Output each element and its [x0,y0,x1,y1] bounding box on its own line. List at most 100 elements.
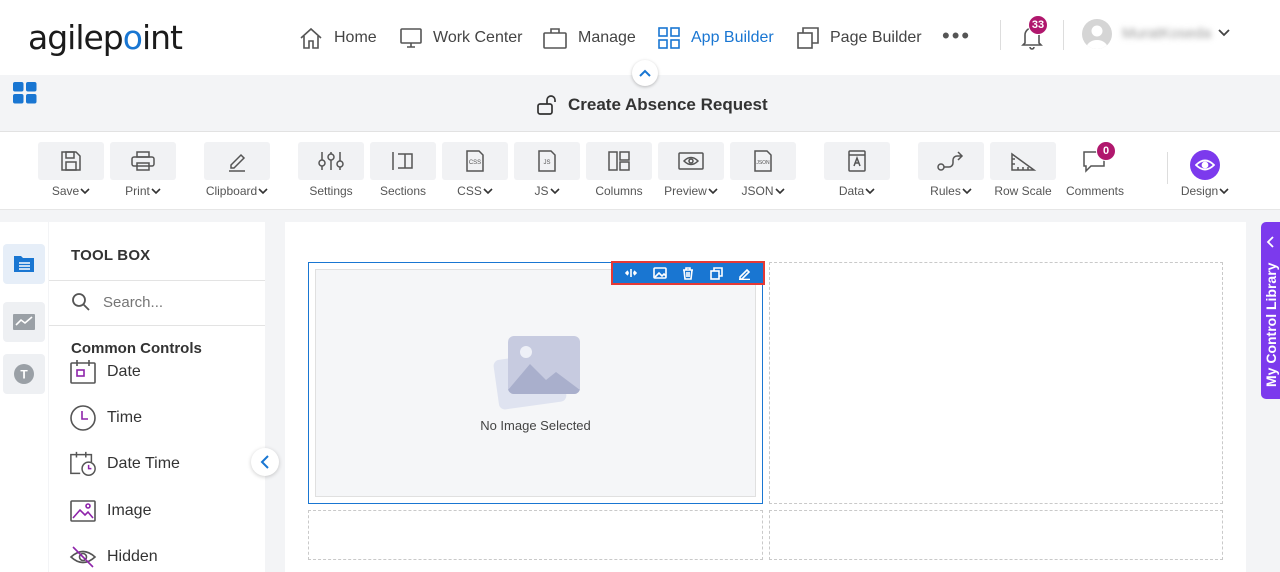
monitor-icon [400,28,422,48]
clipboard-label: Clipboard [205,184,258,198]
js-file-icon: JS [538,150,556,172]
copy-pages-icon [797,27,819,49]
toolbox-search [71,292,243,312]
sections-button[interactable]: Sections [370,142,436,198]
collapse-header-button[interactable] [632,60,658,86]
toolbox-item-label: Hidden [107,548,158,565]
form-cell-empty[interactable] [769,510,1223,560]
rail-analytics-button[interactable] [3,302,45,342]
image-icon [70,500,96,522]
toolbox-divider [49,325,265,326]
css-file-icon: CSS [466,150,484,172]
user-name[interactable]: MuratKoseda [1122,25,1211,42]
toolbox-search-input[interactable] [103,293,243,311]
toolbox-item-date-time[interactable]: Date Time [69,450,180,478]
nav-app-builder[interactable]: App Builder [657,24,774,52]
trash-icon[interactable] [678,264,698,282]
data-document-icon [848,150,866,172]
chevron-down-icon [483,188,493,195]
js-label: JS [534,184,549,198]
data-label: Data [838,184,865,198]
chevron-down-icon [865,188,875,195]
floppy-disk-icon [61,151,81,171]
form-cell-image[interactable]: No Image Selected [308,262,763,504]
nav-home[interactable]: Home [298,24,377,52]
form-cell-empty[interactable] [769,262,1223,504]
design-label: Design [1180,184,1219,198]
eye-icon [1195,159,1215,171]
briefcase-icon [543,28,567,49]
page-title: Create Absence Request [536,94,768,116]
clock-icon [70,405,96,431]
app-grid-icon [658,27,680,49]
toolbox-item-label: Image [107,502,152,519]
agilepoint-logo[interactable]: agilepoint [28,18,183,57]
notification-count-badge: 33 [1028,15,1048,35]
print-button[interactable]: Print [110,142,176,198]
settings-button[interactable]: Settings [298,142,364,198]
nav-divider [1063,20,1064,50]
image-placeholder-icon [493,335,580,409]
resize-handle-icon[interactable] [621,264,641,282]
nav-divider [1000,20,1001,50]
my-control-library-tab[interactable]: My Control Library [1261,222,1280,399]
rail-templates-button[interactable]: T [3,354,45,394]
form-canvas: No Image Selected [285,222,1246,572]
user-avatar[interactable] [1082,19,1112,49]
image-control[interactable]: No Image Selected [315,269,756,497]
user-silhouette-icon [1086,25,1108,49]
chevron-down-icon [774,188,785,195]
columns-button[interactable]: Columns [586,142,652,198]
json-button[interactable]: JSON JSON [730,142,796,198]
chevron-down-icon[interactable] [1217,28,1231,38]
toolbox-item-hidden[interactable]: Hidden [69,543,158,571]
toolbox-item-image[interactable]: Image [69,497,151,525]
toolbox-item-time[interactable]: Time [69,404,142,432]
ruler-triangle-icon [1011,152,1037,171]
preview-button[interactable]: Preview [658,142,724,198]
more-menu-icon[interactable]: ••• [942,25,971,47]
apps-grid-icon[interactable] [13,82,37,104]
clipboard-button[interactable]: Clipboard [204,142,270,198]
json-label: JSON [741,184,774,198]
edit-pencil-icon[interactable] [735,264,755,282]
comments-button[interactable]: Comments 0 [1062,141,1128,198]
sections-label: Sections [379,184,427,198]
toolbox-item-date[interactable]: Date [69,358,141,386]
json-file-icon: JSON [754,150,772,172]
toolbar-divider [1167,152,1168,184]
chevron-down-icon [962,188,972,195]
design-button[interactable]: Design [1172,150,1238,198]
save-button[interactable]: Save [38,142,104,198]
nav-manage[interactable]: Manage [542,24,636,52]
nav-home-label: Home [334,29,377,46]
duplicate-icon[interactable] [706,264,726,282]
css-button[interactable]: CSS CSS [442,142,508,198]
nav-work-center[interactable]: Work Center [399,24,523,52]
my-control-library-label: My Control Library [1263,262,1279,387]
toolbox-section-title: Common Controls [71,340,202,357]
page-title-text: Create Absence Request [568,95,768,114]
list-folder-icon [14,256,34,272]
js-button[interactable]: JS JS [514,142,580,198]
collapse-toolbox-button[interactable] [251,448,279,476]
notifications-button[interactable]: 33 [1020,15,1048,50]
toolbox-item-label: Date Time [107,455,180,472]
chart-icon [13,314,35,330]
form-cell-empty[interactable] [308,510,763,560]
columns-icon [608,151,630,171]
calendar-icon [70,360,96,384]
row-scale-button[interactable]: Row Scale [990,142,1056,198]
toolbox-panel: TOOL BOX Common Controls Date Time Date … [49,222,265,572]
rail-toolbox-button[interactable] [3,244,45,284]
row-scale-label: Row Scale [994,184,1052,198]
rules-button[interactable]: Rules [918,142,984,198]
image-settings-icon[interactable] [650,264,670,282]
image-placeholder-caption: No Image Selected [480,417,591,433]
css-label: CSS [457,184,482,198]
chevron-down-icon [549,188,560,195]
data-button[interactable]: Data [824,142,890,198]
nav-page-builder[interactable]: Page Builder [796,24,922,52]
chevron-down-icon [80,188,90,195]
printer-icon [131,151,155,171]
